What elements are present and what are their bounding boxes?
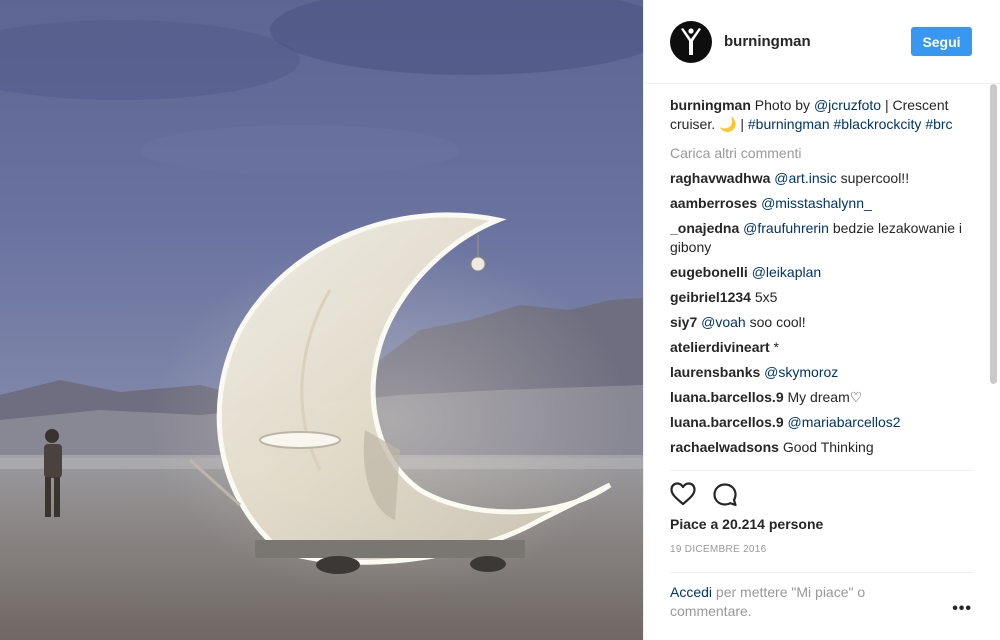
comment-username[interactable]: _onajedna (670, 220, 739, 236)
comment-item: rachaelwadsons Good Thinking (670, 438, 975, 457)
comments-scrollbar[interactable] (990, 84, 997, 384)
more-options-button[interactable]: ••• (952, 600, 972, 618)
comment-mention[interactable]: @skymoroz (764, 364, 838, 380)
caption-hashtag[interactable]: #brc (925, 116, 952, 132)
post-modal: burningman Segui burningman Photo by @jc… (0, 0, 1000, 640)
comment-username[interactable]: luana.barcellos.9 (670, 414, 784, 430)
post-caption: burningman Photo by @jcruzfoto | Crescen… (670, 96, 975, 134)
comment-text: soo cool! (745, 314, 806, 330)
comment-mention[interactable]: @art.insic (774, 170, 836, 186)
comment-item: siy7 @voah soo cool! (670, 313, 975, 332)
burningman-logo-icon (681, 27, 701, 55)
comment-mention[interactable]: @leikaplan (752, 264, 821, 280)
comment-mention[interactable]: @voah (701, 314, 746, 330)
actions-divider (670, 470, 974, 471)
login-prompt: Accedi per mettere "Mi piace" o commenta… (670, 583, 920, 621)
comment-item: geibriel1234 5x5 (670, 288, 975, 307)
comment-username[interactable]: luana.barcellos.9 (670, 389, 784, 405)
caption-hashtag[interactable]: #blackrockcity (834, 116, 922, 132)
comment-username[interactable]: eugebonelli (670, 264, 748, 280)
comment-item: atelierdivineart * (670, 338, 975, 357)
comment-text: My dream♡ (787, 389, 863, 405)
comment-item: raghavwadhwa @art.insic supercool!! (670, 169, 975, 188)
comment-item: laurensbanks @skymoroz (670, 363, 975, 382)
comments-list[interactable]: burningman Photo by @jcruzfoto | Crescen… (670, 96, 975, 470)
post-side-panel: burningman Segui burningman Photo by @jc… (643, 0, 1000, 640)
comment-text: Good Thinking (782, 439, 874, 455)
comment-username[interactable]: laurensbanks (670, 364, 760, 380)
comment-mention[interactable]: @misstashalynn_ (761, 195, 872, 211)
login-divider (670, 572, 974, 573)
comment-username[interactable]: raghavwadhwa (670, 170, 770, 186)
comment-item: luana.barcellos.9 My dream♡ (670, 388, 975, 407)
caption-text-before: Photo by (754, 97, 814, 113)
caption-username[interactable]: burningman (670, 97, 751, 113)
post-header: burningman Segui (644, 0, 1000, 84)
comment-text: supercool!! (836, 170, 910, 186)
comment-item: aamberroses @misstashalynn_ (670, 194, 975, 213)
comment-text: 5x5 (754, 289, 778, 305)
follow-button[interactable]: Segui (911, 27, 972, 56)
action-bar (670, 482, 738, 508)
comment-username[interactable]: geibriel1234 (670, 289, 751, 305)
comment-mention[interactable]: @mariabarcellos2 (788, 414, 901, 430)
comment-bubble-icon[interactable] (712, 482, 738, 508)
login-link[interactable]: Accedi (670, 584, 712, 600)
post-photo[interactable] (0, 0, 643, 640)
comment-mention[interactable]: @fraufuhrerin (743, 220, 829, 236)
comment-username[interactable]: rachaelwadsons (670, 439, 779, 455)
crescent-moon-art-car-image (0, 0, 643, 640)
caption-hashtag[interactable]: #burningman (748, 116, 830, 132)
comment-username[interactable]: aamberroses (670, 195, 757, 211)
comment-item: luana.barcellos.9 @mariabarcellos2 (670, 413, 975, 432)
post-date: 19 DICEMBRE 2016 (670, 544, 767, 555)
comment-text: * (773, 339, 779, 355)
avatar[interactable] (670, 20, 712, 63)
heart-icon[interactable] (670, 482, 696, 506)
comment-item: eugebonelli @leikaplan (670, 263, 975, 282)
likes-count[interactable]: Piace a 20.214 persone (670, 516, 823, 532)
caption-mention[interactable]: @jcruzfoto (814, 97, 881, 113)
header-username[interactable]: burningman (724, 33, 911, 50)
comment-username[interactable]: siy7 (670, 314, 697, 330)
comment-username[interactable]: atelierdivineart (670, 339, 770, 355)
load-more-comments-link[interactable]: Carica altri commenti (670, 144, 975, 163)
comment-item: _onajedna @fraufuhrerin bedzie lezakowan… (670, 219, 975, 257)
